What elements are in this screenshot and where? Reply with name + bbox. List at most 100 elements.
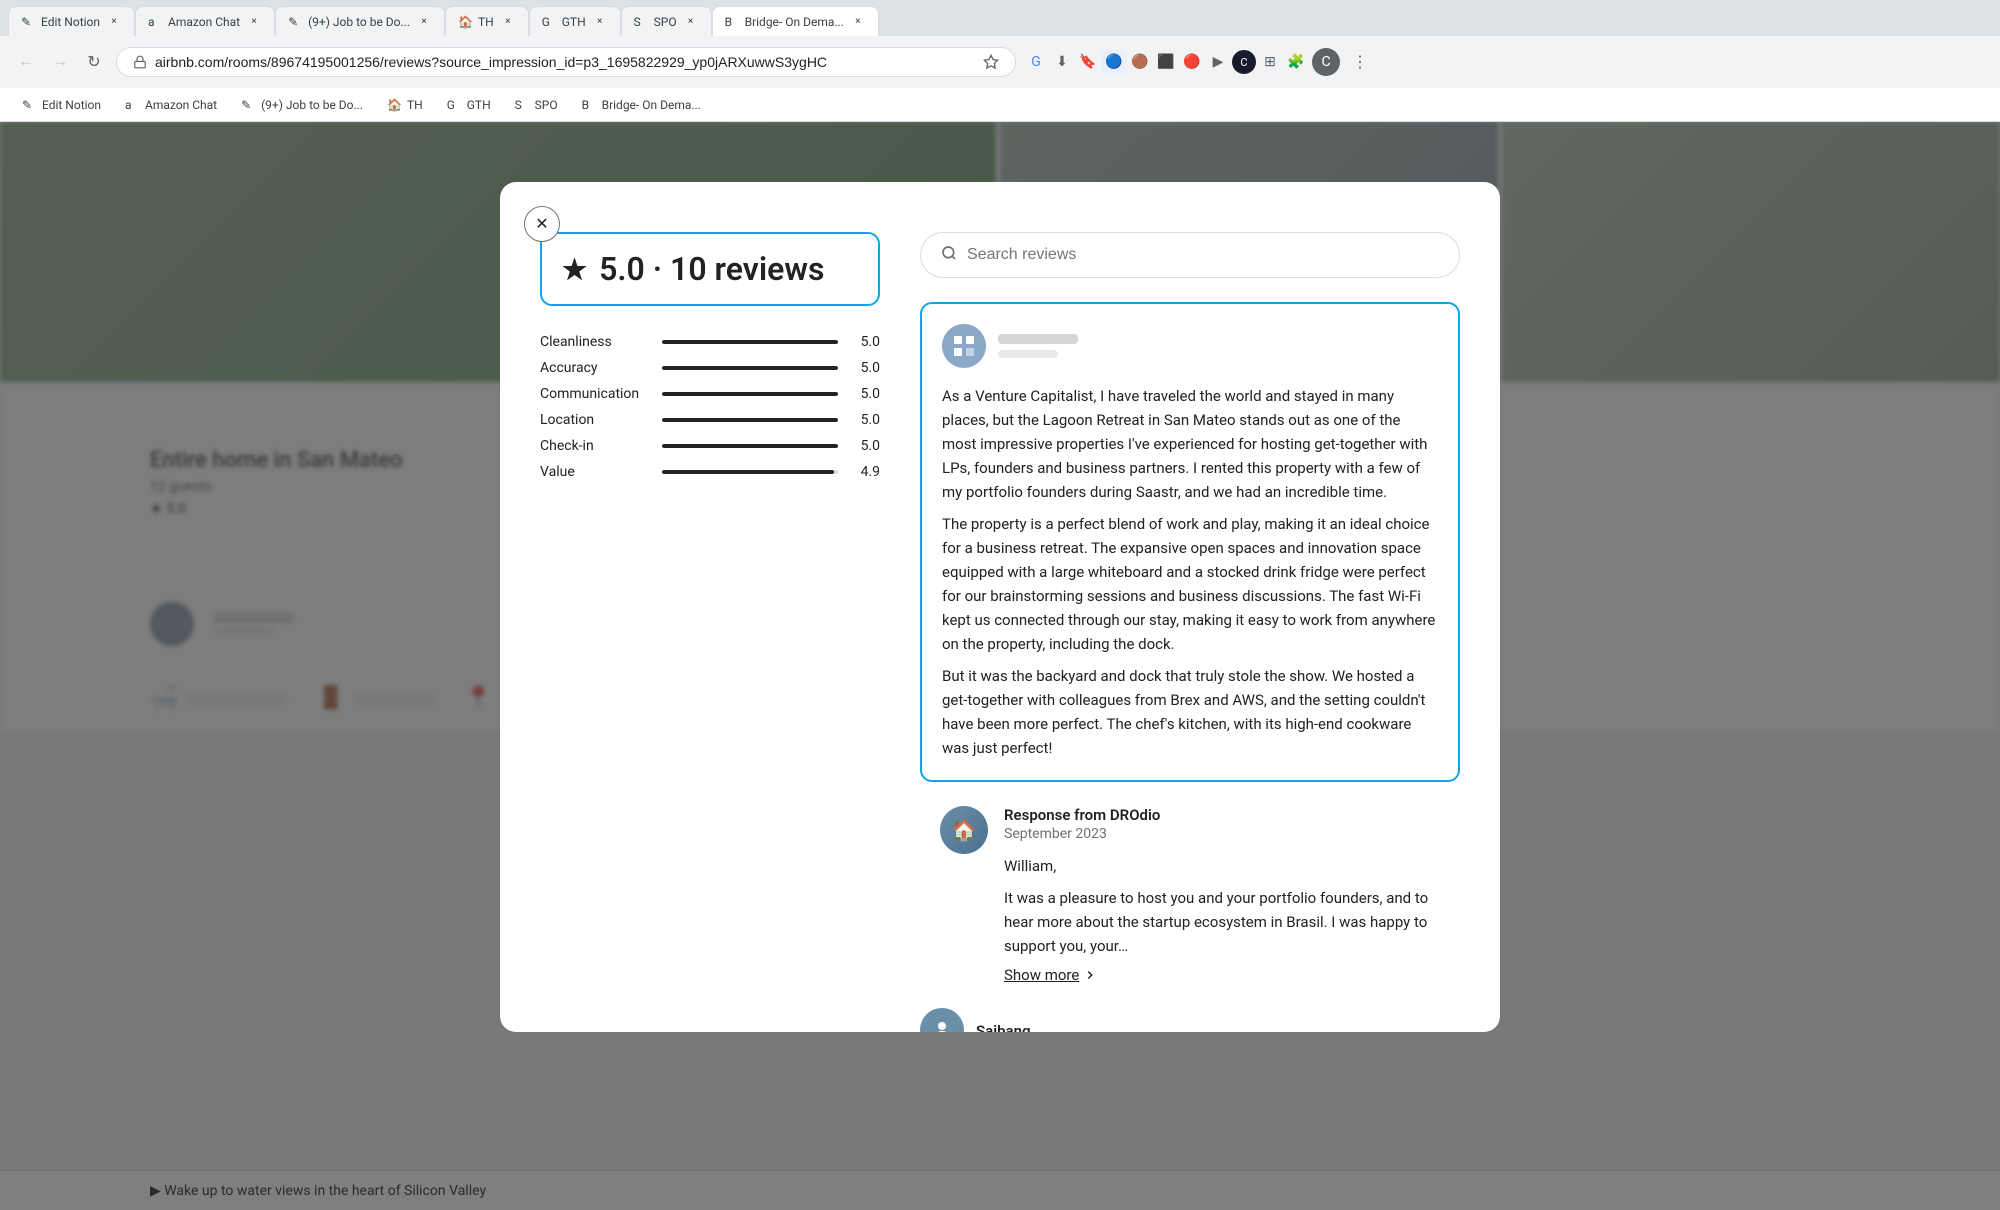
tab-spo[interactable]: S SPO ×	[621, 6, 712, 36]
next-reviewer-name-text: Saibang,	[976, 1022, 1034, 1033]
tab-close-th[interactable]: ×	[500, 14, 516, 30]
tab-th[interactable]: 🏠 TH ×	[445, 6, 529, 36]
rating-label-1: Accuracy	[540, 360, 650, 376]
modal-close-button[interactable]: ✕	[524, 206, 560, 242]
rating-value-0: 5.0	[850, 334, 880, 350]
url-input[interactable]	[155, 54, 975, 70]
host-avatar-image: 🏠	[940, 806, 988, 854]
rating-bar-fill-0	[662, 340, 838, 344]
tab-label-edit-notion: Edit Notion	[41, 15, 100, 29]
reload-button[interactable]: ↻	[80, 48, 108, 76]
tab-label-gth: GTH	[562, 15, 586, 29]
tab-label-spo: SPO	[654, 15, 677, 29]
next-reviewer-avatar	[920, 1008, 964, 1032]
forward-button[interactable]: →	[46, 48, 74, 76]
host-response-body: It was a pleasure to host you and your p…	[1004, 886, 1460, 958]
rating-rows: Cleanliness 5.0 Accuracy 5.0 Communicati…	[540, 334, 880, 480]
star-bookmark-icon[interactable]	[983, 54, 999, 70]
rating-row-accuracy: Accuracy 5.0	[540, 360, 880, 376]
tab-edit-notion[interactable]: ✎ Edit Notion ×	[8, 6, 135, 36]
reviews-modal: ✕ ★ 5.0 · 10 reviews Cleanliness 5.0 Acc…	[500, 182, 1500, 1032]
bookmark-label-amazon: Amazon Chat	[145, 98, 217, 112]
tab-close-spo[interactable]: ×	[683, 14, 699, 30]
tab-close-job[interactable]: ×	[416, 14, 432, 30]
ext-1[interactable]: 🔵	[1102, 50, 1126, 74]
show-more-link[interactable]: Show more	[1004, 966, 1460, 984]
tab-label-job: (9+) Job to be Do...	[308, 15, 410, 29]
browser-chrome: ✎ Edit Notion × a Amazon Chat × ✎ (9+) J…	[0, 0, 2000, 123]
bookmark-label-bridge: Bridge- On Dema...	[602, 98, 701, 112]
tab-close-edit-notion[interactable]: ×	[106, 14, 122, 30]
host-avatar: 🏠	[940, 806, 988, 854]
tab-bridge[interactable]: B Bridge- On Dema... ×	[712, 6, 879, 36]
reviewer-date-placeholder	[998, 350, 1058, 358]
rating-bar-0	[662, 340, 838, 344]
review-paragraph-2: The property is a perfect blend of work …	[942, 512, 1438, 656]
rating-bar-fill-4	[662, 444, 838, 448]
tab-close-gth[interactable]: ×	[592, 14, 608, 30]
profile-avatar[interactable]: C	[1312, 48, 1340, 76]
address-bar[interactable]	[116, 47, 1016, 77]
reviewer-avatar	[942, 324, 986, 368]
browser-actions: G ⬇ 🔖 🔵 🟤 ⬛ 🔴 ▶ C ⊞ 🧩 C ⋮	[1024, 46, 1376, 78]
ext-2[interactable]: 🟤	[1128, 50, 1152, 74]
bookmark-amazon[interactable]: a Amazon Chat	[115, 94, 227, 116]
tab-close-amazon[interactable]: ×	[246, 14, 262, 30]
tab-label-th: TH	[478, 15, 494, 29]
reviewer-header	[942, 324, 1438, 368]
tab-close-bridge[interactable]: ×	[850, 14, 866, 30]
page-background: Entire home in San Mateo 12 guests ★5.0 …	[0, 122, 2000, 1210]
bookmark-label-edit-notion: Edit Notion	[42, 98, 101, 112]
host-response-content: Response from DROdio September 2023 Will…	[1004, 806, 1460, 984]
extension-icons: G ⬇ 🔖 🔵 🟤 ⬛ 🔴 ▶ C ⊞ 🧩	[1024, 50, 1308, 74]
tab-gth[interactable]: G GTH ×	[529, 6, 621, 36]
tab-favicon-th: 🏠	[458, 15, 472, 29]
nav-buttons: ← → ↻	[12, 48, 108, 76]
host-response-greeting: William,	[1004, 854, 1460, 878]
bookmark-favicon-bridge: B	[582, 98, 596, 112]
tab-label-amazon: Amazon Chat	[168, 15, 240, 29]
google-icon[interactable]: G	[1024, 50, 1048, 74]
download-icon[interactable]: ⬇	[1050, 50, 1074, 74]
bookmark-th[interactable]: 🏠 TH	[377, 94, 433, 116]
puzzle-icon[interactable]: 🧩	[1284, 50, 1308, 74]
chevron-right-icon	[1083, 968, 1097, 982]
rating-label-3: Location	[540, 412, 650, 428]
rating-bar-fill-2	[662, 392, 838, 396]
bookmark-icon[interactable]: 🔖	[1076, 50, 1100, 74]
search-bar[interactable]	[920, 232, 1460, 278]
rating-row-communication: Communication 5.0	[540, 386, 880, 402]
rating-value-4: 5.0	[850, 438, 880, 454]
review-paragraph-1: As a Venture Capitalist, I have traveled…	[942, 384, 1438, 504]
host-greeting-text: William,	[1004, 857, 1056, 875]
bookmark-gth[interactable]: G GTH	[437, 94, 501, 116]
ext-6[interactable]: C	[1232, 50, 1256, 74]
bookmark-spo[interactable]: S SPO	[505, 94, 568, 116]
tab-job[interactable]: ✎ (9+) Job to be Do... ×	[275, 6, 445, 36]
menu-button[interactable]: ⋮	[1344, 46, 1376, 78]
reviewer-name-placeholder	[998, 334, 1078, 344]
ext-7[interactable]: ⊞	[1258, 50, 1282, 74]
ext-4[interactable]: 🔴	[1180, 50, 1204, 74]
next-reviewer-preview: Saibang,	[920, 1008, 1460, 1032]
tab-label-bridge: Bridge- On Dema...	[745, 15, 844, 29]
search-reviews-input[interactable]	[967, 246, 1439, 264]
tab-amazon-chat[interactable]: a Amazon Chat ×	[135, 6, 275, 36]
ext-5[interactable]: ▶	[1206, 50, 1230, 74]
tab-favicon-amazon: a	[148, 15, 162, 29]
back-button[interactable]: ←	[12, 48, 40, 76]
tab-favicon-bridge: B	[725, 15, 739, 29]
tab-favicon-gth: G	[542, 15, 556, 29]
overall-rating-display: ★ 5.0 · 10 reviews	[540, 232, 880, 306]
search-icon	[941, 245, 957, 265]
ext-3[interactable]: ⬛	[1154, 50, 1178, 74]
next-reviewer-name: Saibang,	[976, 1021, 1034, 1033]
bookmark-edit-notion[interactable]: ✎ Edit Notion	[12, 94, 111, 116]
tabs-bar: ✎ Edit Notion × a Amazon Chat × ✎ (9+) J…	[0, 0, 2000, 36]
reviewer-info	[998, 334, 1078, 358]
rating-bar-fill-1	[662, 366, 838, 370]
rating-value-1: 5.0	[850, 360, 880, 376]
lock-icon	[133, 55, 147, 69]
bookmark-job[interactable]: ✎ (9+) Job to be Do...	[231, 94, 373, 116]
bookmark-bridge[interactable]: B Bridge- On Dema...	[572, 94, 711, 116]
